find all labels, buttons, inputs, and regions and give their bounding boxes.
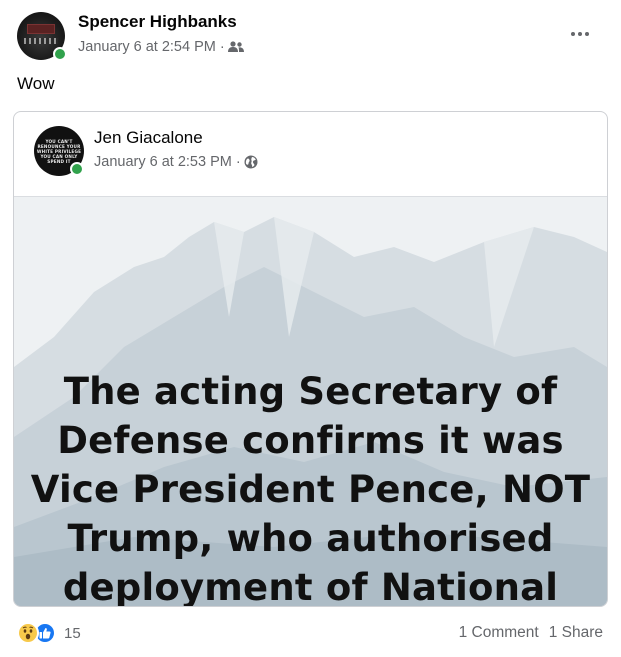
wow-reaction-icon <box>17 622 39 644</box>
shares-link[interactable]: 1 Share <box>549 624 603 642</box>
globe-icon[interactable] <box>244 155 258 169</box>
post-timestamp[interactable]: January 6 at 2:54 PM <box>78 39 216 55</box>
more-dot <box>585 32 589 36</box>
author-name[interactable]: Spencer Highbanks <box>78 12 237 32</box>
shared-post-image[interactable]: The acting Secretary of Defense confirms… <box>14 196 607 606</box>
meta-separator: · <box>235 154 241 170</box>
comments-link[interactable]: 1 Comment <box>459 624 539 642</box>
shared-post-timestamp[interactable]: January 6 at 2:53 PM <box>94 154 232 170</box>
engagement-links: 1 Comment 1 Share <box>459 624 603 642</box>
post-text: Wow <box>17 74 55 93</box>
avatar-lights-graphic <box>24 38 58 44</box>
shared-post-meta: January 6 at 2:53 PM · <box>94 154 258 170</box>
shared-online-status-dot <box>70 162 84 176</box>
reaction-count: 15 <box>64 624 81 642</box>
post-meta: January 6 at 2:54 PM · <box>78 39 244 55</box>
online-status-dot <box>53 47 67 61</box>
more-options-button[interactable] <box>566 20 594 48</box>
shared-author-name[interactable]: Jen Giacalone <box>94 128 203 148</box>
more-dot <box>571 32 575 36</box>
facebook-post: Spencer Highbanks January 6 at 2:54 PM ·… <box>0 0 621 657</box>
image-headline: The acting Secretary of Defense confirms… <box>30 370 591 606</box>
meta-separator: · <box>219 39 225 55</box>
friends-icon[interactable] <box>227 41 244 53</box>
avatar-sign-graphic <box>27 24 55 34</box>
avatar-text: YOU CAN'T RENOUNCE YOUR WHITE PRIVILEGE … <box>36 138 82 164</box>
shared-post-card[interactable]: YOU CAN'T RENOUNCE YOUR WHITE PRIVILEGE … <box>13 111 608 607</box>
more-dot <box>578 32 582 36</box>
reactions-summary[interactable]: 15 <box>17 622 81 644</box>
